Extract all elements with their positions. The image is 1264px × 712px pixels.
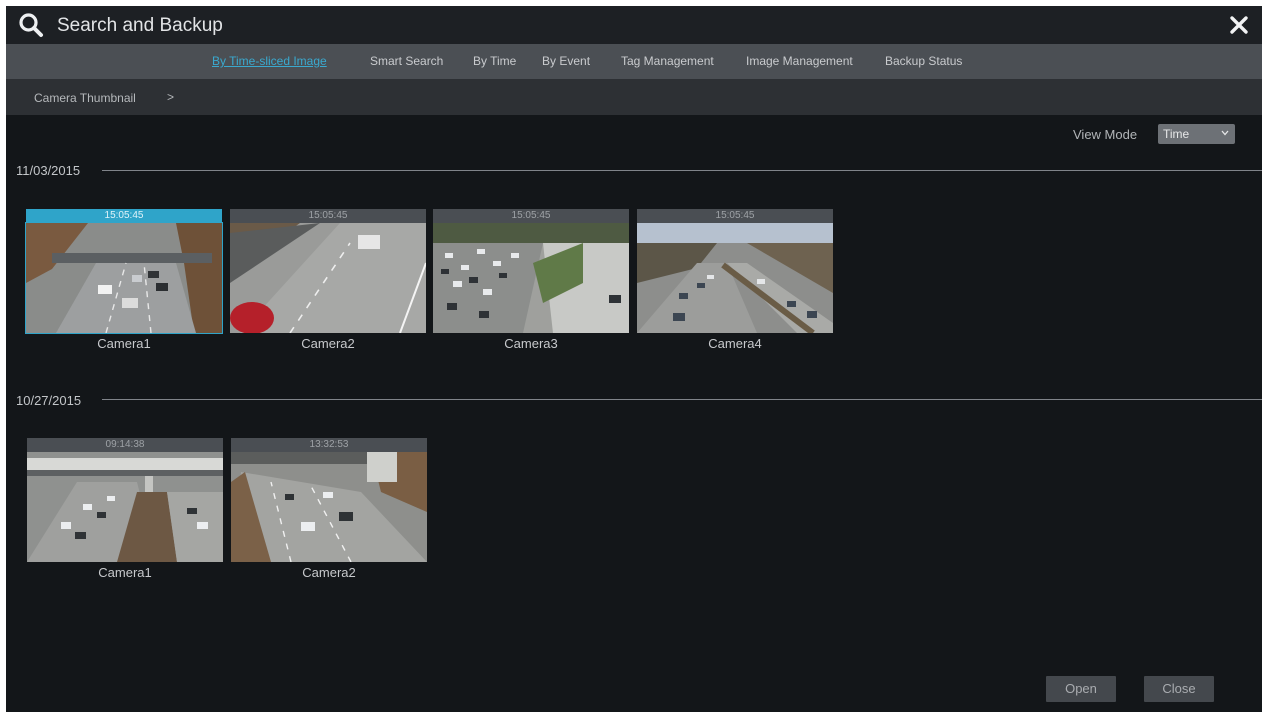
thumbnail-timestamp-bar: 15:05:45 bbox=[230, 209, 426, 223]
camera-label: Camera3 bbox=[504, 336, 558, 351]
date-divider bbox=[102, 170, 1262, 171]
camera-label: Camera4 bbox=[708, 336, 762, 351]
thumbnail-time: 13:32:53 bbox=[309, 439, 349, 450]
camera-thumbnail[interactable]: 09:14:38 bbox=[27, 438, 223, 562]
date-divider bbox=[102, 399, 1262, 400]
close-button[interactable]: Close bbox=[1144, 676, 1214, 702]
camera-snapshot-image bbox=[637, 223, 833, 333]
tab-image-management[interactable]: Image Management bbox=[746, 54, 853, 68]
camera-thumbnail[interactable]: 15:05:45 bbox=[433, 209, 629, 333]
title-bar: Search and Backup bbox=[6, 6, 1262, 44]
thumbnail-time: 09:14:38 bbox=[105, 439, 145, 450]
thumbnail-timestamp-bar: 15:05:45 bbox=[433, 209, 629, 223]
camera-thumbnail[interactable]: 15:05:45 bbox=[230, 209, 426, 333]
thumbnail-time: 15:05:45 bbox=[308, 210, 348, 221]
camera-snapshot-image bbox=[231, 452, 427, 562]
chevron-down-icon bbox=[1221, 130, 1229, 136]
camera-thumbnail[interactable]: 15:05:45 bbox=[637, 209, 833, 333]
camera-snapshot-image bbox=[25, 222, 223, 334]
tab-by-event[interactable]: By Event bbox=[542, 54, 590, 68]
breadcrumb: Camera Thumbnail > bbox=[6, 79, 1262, 115]
close-icon[interactable] bbox=[1226, 12, 1252, 38]
thumbnail-time: 15:05:45 bbox=[511, 210, 551, 221]
search-and-backup-window: Search and Backup By Time-sliced Image S… bbox=[6, 6, 1262, 712]
thumbnail-timestamp-bar: 15:05:45 bbox=[26, 209, 222, 223]
date-group-label: 11/03/2015 bbox=[16, 163, 81, 178]
search-icon bbox=[19, 13, 43, 37]
date-group-label: 10/27/2015 bbox=[16, 393, 82, 408]
thumbnail-timestamp-bar: 15:05:45 bbox=[637, 209, 833, 223]
tab-backup-status[interactable]: Backup Status bbox=[885, 54, 962, 68]
tab-smart-search[interactable]: Smart Search bbox=[370, 54, 443, 68]
camera-snapshot-image bbox=[230, 223, 426, 333]
view-mode-value: Time bbox=[1163, 127, 1190, 141]
chevron-right-icon: > bbox=[167, 90, 175, 104]
tab-bar: By Time-sliced Image Smart Search By Tim… bbox=[6, 44, 1262, 79]
tab-tag-management[interactable]: Tag Management bbox=[621, 54, 714, 68]
thumbnail-timestamp-bar: 09:14:38 bbox=[27, 438, 223, 452]
view-mode-select[interactable]: Time bbox=[1158, 124, 1235, 144]
camera-snapshot-image bbox=[27, 452, 223, 562]
camera-label: Camera1 bbox=[97, 336, 151, 351]
window-title: Search and Backup bbox=[57, 15, 223, 36]
camera-thumbnail[interactable]: 13:32:53 bbox=[231, 438, 427, 562]
camera-label: Camera1 bbox=[98, 565, 152, 580]
thumbnail-timestamp-bar: 13:32:53 bbox=[231, 438, 427, 452]
thumbnail-time: 15:05:45 bbox=[715, 210, 755, 221]
tab-by-time-sliced-image[interactable]: By Time-sliced Image bbox=[212, 54, 327, 68]
thumbnail-time: 15:05:45 bbox=[104, 210, 144, 221]
camera-snapshot-image bbox=[433, 223, 629, 333]
tab-by-time[interactable]: By Time bbox=[473, 54, 516, 68]
breadcrumb-camera-thumbnail[interactable]: Camera Thumbnail bbox=[34, 91, 136, 105]
camera-thumbnail[interactable]: 15:05:45 bbox=[25, 209, 223, 334]
open-button[interactable]: Open bbox=[1046, 676, 1116, 702]
view-mode-label: View Mode bbox=[1073, 127, 1138, 142]
camera-label: Camera2 bbox=[301, 336, 355, 351]
camera-label: Camera2 bbox=[302, 565, 356, 580]
